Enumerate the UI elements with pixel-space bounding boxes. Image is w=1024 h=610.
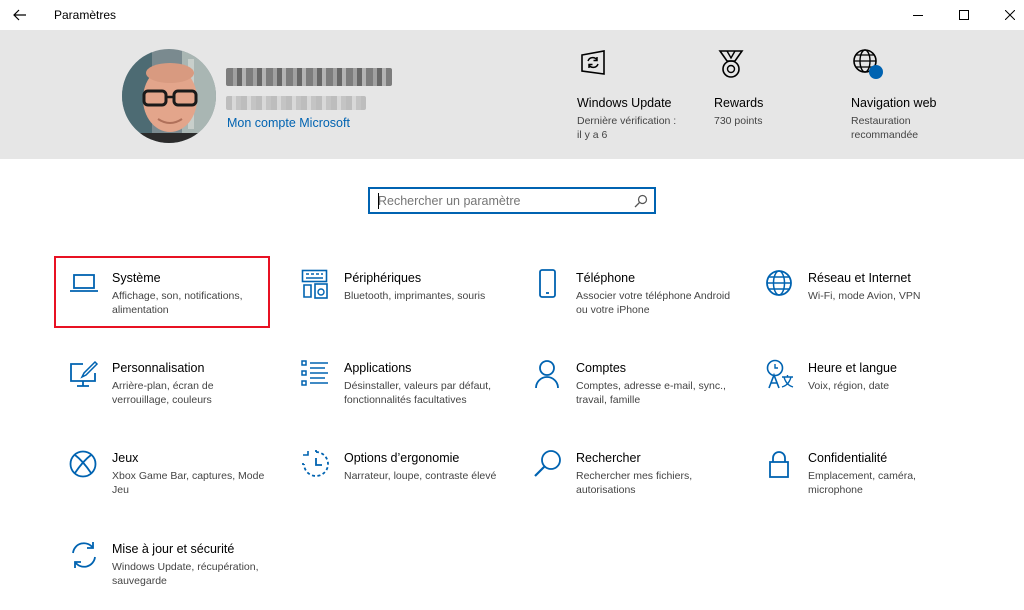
category-subtitle: Affichage, son, notifications, alimentat… bbox=[112, 290, 243, 316]
category-title: Applications bbox=[344, 361, 412, 375]
category-personalization[interactable]: Personnalisation Arrière-plan, écran de … bbox=[69, 359, 279, 429]
category-gaming[interactable]: Jeux Xbox Game Bar, captures, Mode Jeu bbox=[69, 449, 279, 519]
quick-link-subtitle: Dernière vérification : il y a 6 bbox=[577, 115, 677, 141]
devices-icon bbox=[301, 269, 331, 299]
category-subtitle: Voix, région, date bbox=[808, 380, 890, 392]
category-title: Options d’ergonomie bbox=[344, 451, 460, 465]
quick-link-title: Windows Update bbox=[577, 96, 672, 110]
xbox-icon bbox=[69, 449, 99, 479]
category-title: Jeux bbox=[112, 451, 139, 465]
category-privacy[interactable]: Confidentialité Emplacement, caméra, mic… bbox=[765, 449, 975, 519]
globe-icon bbox=[765, 269, 795, 299]
quick-link-subtitle: 730 points bbox=[714, 115, 763, 127]
category-subtitle: Windows Update, récupération, sauvegarde bbox=[112, 561, 259, 587]
windows-update-icon bbox=[578, 48, 610, 80]
category-title: Téléphone bbox=[576, 271, 636, 285]
apps-list-icon bbox=[301, 359, 331, 389]
time-language-icon bbox=[765, 359, 795, 389]
update-sync-icon bbox=[69, 540, 99, 570]
close-icon[interactable] bbox=[987, 0, 1024, 30]
category-title: Mise à jour et sécurité bbox=[112, 542, 235, 556]
ease-of-access-icon bbox=[301, 449, 331, 479]
title-bar: Paramètres bbox=[0, 0, 1024, 30]
lock-icon bbox=[765, 449, 795, 479]
category-title: Confidentialité bbox=[808, 451, 888, 465]
quick-link-web-browsing[interactable]: Navigation web Restauration recommandée bbox=[851, 48, 981, 142]
category-subtitle: Wi-Fi, mode Avion, VPN bbox=[808, 290, 921, 302]
avatar[interactable] bbox=[122, 49, 216, 143]
quick-link-title: Rewards bbox=[714, 96, 764, 110]
category-time-language[interactable]: Heure et langue Voix, région, date bbox=[765, 359, 975, 429]
category-title: Heure et langue bbox=[808, 361, 897, 375]
category-search[interactable]: Rechercher Rechercher mes fichiers, auto… bbox=[533, 449, 743, 519]
category-subtitle: Associer votre téléphone Android ou votr… bbox=[576, 290, 731, 316]
category-subtitle: Narrateur, loupe, contraste élevé bbox=[344, 470, 497, 482]
maximize-icon[interactable] bbox=[941, 0, 987, 30]
account-header: Mon compte Microsoft Windows Update Dern… bbox=[0, 30, 1024, 159]
category-accounts[interactable]: Comptes Comptes, adresse e-mail, sync., … bbox=[533, 359, 743, 429]
quick-link-title: Navigation web bbox=[851, 96, 937, 110]
settings-search-box[interactable] bbox=[368, 187, 656, 214]
category-subtitle: Bluetooth, imprimantes, souris bbox=[344, 290, 486, 302]
category-devices[interactable]: Périphériques Bluetooth, imprimantes, so… bbox=[301, 269, 511, 339]
quick-link-subtitle: Restauration recommandée bbox=[851, 115, 919, 141]
microsoft-account-link[interactable]: Mon compte Microsoft bbox=[227, 116, 350, 130]
minimize-icon[interactable] bbox=[895, 0, 941, 30]
category-subtitle: Comptes, adresse e-mail, sync., travail,… bbox=[576, 380, 726, 406]
category-subtitle: Xbox Game Bar, captures, Mode Jeu bbox=[112, 470, 265, 496]
category-network[interactable]: Réseau et Internet Wi-Fi, mode Avion, VP… bbox=[765, 269, 975, 339]
category-title: Rechercher bbox=[576, 451, 641, 465]
rewards-medal-icon bbox=[715, 48, 747, 80]
search-icon[interactable] bbox=[634, 194, 648, 208]
back-arrow-icon[interactable] bbox=[8, 4, 32, 26]
category-phone[interactable]: Téléphone Associer votre téléphone Andro… bbox=[533, 269, 743, 339]
person-icon bbox=[533, 359, 563, 389]
personalization-icon bbox=[69, 359, 99, 389]
category-subtitle: Emplacement, caméra, microphone bbox=[808, 470, 916, 496]
globe-alert-icon bbox=[852, 48, 884, 80]
category-title: Système bbox=[112, 271, 161, 285]
category-system[interactable]: Système Affichage, son, notifications, a… bbox=[69, 269, 279, 339]
category-title: Réseau et Internet bbox=[808, 271, 911, 285]
search-icon bbox=[533, 449, 563, 479]
quick-link-rewards[interactable]: Rewards 730 points bbox=[714, 48, 844, 128]
category-subtitle: Désinstaller, valeurs par défaut, foncti… bbox=[344, 380, 492, 406]
category-apps[interactable]: Applications Désinstaller, valeurs par d… bbox=[301, 359, 511, 429]
category-subtitle: Rechercher mes fichiers, autorisations bbox=[576, 470, 693, 496]
category-title: Comptes bbox=[576, 361, 627, 375]
laptop-icon bbox=[69, 269, 99, 299]
obscured-user-name bbox=[226, 68, 392, 86]
category-title: Périphériques bbox=[344, 271, 422, 285]
quick-link-windows-update[interactable]: Windows Update Dernière vérification : i… bbox=[577, 48, 707, 142]
category-ease-of-access[interactable]: Options d’ergonomie Narrateur, loupe, co… bbox=[301, 449, 511, 519]
obscured-user-email bbox=[226, 96, 366, 110]
category-update-security[interactable]: Mise à jour et sécurité Windows Update, … bbox=[69, 540, 279, 610]
category-subtitle: Arrière-plan, écran de verrouillage, cou… bbox=[112, 380, 214, 406]
phone-icon bbox=[533, 269, 563, 299]
window-title: Paramètres bbox=[54, 8, 117, 22]
search-input[interactable] bbox=[378, 192, 628, 210]
category-title: Personnalisation bbox=[112, 361, 205, 375]
